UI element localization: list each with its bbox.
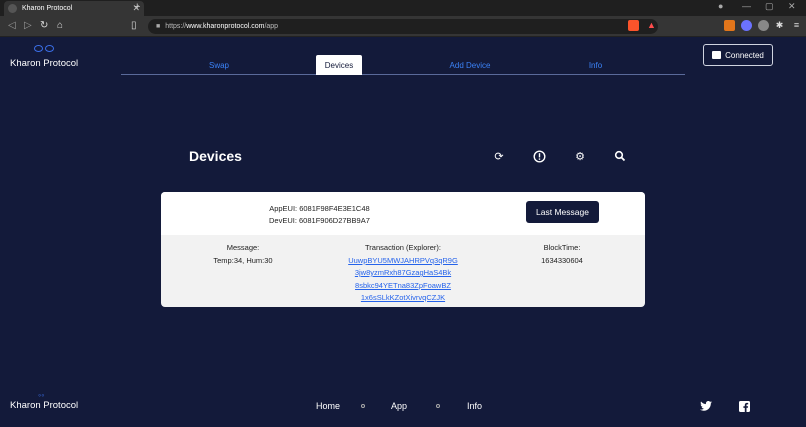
brave-wallet-icon[interactable]: ● [718,1,723,11]
minimize-icon[interactable]: — [742,1,751,11]
new-tab-icon[interactable]: + [134,1,140,13]
tab-devices[interactable]: Devices [316,55,362,75]
message-column: Message: Temp:34, Hum:30 [191,242,295,267]
menu-icon[interactable]: ≡ [791,20,802,31]
reload-icon[interactable]: ↻ [40,20,48,31]
twitter-icon[interactable] [700,401,712,413]
device-card-header: AppEUI: 6081F98F4E3E1C48 DevEUI: 6081F90… [161,192,645,235]
brave-rewards-icon[interactable]: ▲ [646,20,657,31]
bookmark-icon[interactable]: ▯ [131,20,137,31]
blocktime-column: BlockTime: 1634330604 [513,242,611,267]
transaction-link[interactable]: UuwpBYU5MWJAHRPVq3qR9G [333,255,473,268]
tab-add-device[interactable]: Add Device [437,55,503,75]
tab-info[interactable]: Info [578,55,613,75]
footer-link-home[interactable]: Home [316,401,340,411]
tab-favicon-icon [8,4,17,13]
url-scheme: https:// [165,23,187,30]
facebook-icon[interactable] [738,401,750,413]
transaction-link[interactable]: 8sbkc94YETna83ZpFoawBZ [333,280,473,293]
page-title: Devices [189,148,242,164]
metamask-icon[interactable] [724,20,735,31]
footer-logo-icon: ◦◦ [38,390,45,400]
connected-label: Connected [725,50,764,60]
address-bar: ◁ ▷ ↻ ⌂ ▯ ■ https://www.kharonprotocol.c… [0,16,806,37]
footer-link-info[interactable]: Info [467,401,482,411]
transaction-header: Transaction (Explorer): [365,243,441,252]
blocktime-header: BlockTime: [543,243,581,252]
message-header: Message: [226,243,260,252]
browser-tab[interactable]: Kharon Protocol ✕ [4,1,144,16]
blocktime-value: 1634330604 [541,255,583,265]
home-icon[interactable]: ⌂ [57,20,63,31]
profile-icon[interactable] [758,20,769,31]
footer-separator [436,404,440,408]
search-icon[interactable] [613,150,627,164]
puzzle-icon[interactable]: ✱ [774,20,785,31]
app-eui: AppEUI: 6081F98F4E3E1C48 [269,204,370,213]
footer-brand[interactable]: ◦◦ Kharon Protocol [10,390,78,411]
nav-tabs: Swap Devices Add Device Info [121,55,685,75]
transaction-link[interactable]: 1x6sSLkKZotXivrvqCZJK [333,292,473,305]
transaction-link[interactable]: 3jw8yzmRxh87GzagHaS4Bk [333,267,473,280]
dev-eui: DevEUI: 6081F906D27BB9A7 [269,216,370,225]
tab-title: Kharon Protocol [22,5,73,12]
url-path: /app [264,23,279,30]
lock-icon: ■ [156,23,161,30]
info-icon[interactable] [532,150,546,164]
url-input[interactable]: ■ https://www.kharonprotocol.com/app [148,19,658,34]
browser-tabbar: Kharon Protocol ✕ + ● — ▢ ✕ [0,0,806,16]
last-message-button[interactable]: Last Message [526,201,599,223]
extension-icon[interactable] [741,20,752,31]
window-close-icon[interactable]: ✕ [788,1,796,12]
back-icon[interactable]: ◁ [8,20,16,31]
brand-logo-icon [10,44,78,56]
url-host: www.kharonprotocol.com [186,23,265,30]
device-card: AppEUI: 6081F98F4E3E1C48 DevEUI: 6081F90… [161,192,645,307]
tab-swap[interactable]: Swap [194,55,244,75]
transaction-column: Transaction (Explorer): UuwpBYU5MWJAHRPV… [333,242,473,305]
footer-brand-name: Kharon Protocol [10,400,79,411]
wallet-icon [712,51,722,59]
brand-name: Kharon Protocol [10,58,79,69]
footer-separator [361,404,365,408]
footer-link-app[interactable]: App [391,401,407,411]
connected-button[interactable]: Connected [703,44,773,66]
brand[interactable]: Kharon Protocol [10,44,78,69]
maximize-icon[interactable]: ▢ [765,1,774,12]
message-value: Temp:34, Hum:30 [213,255,273,265]
refresh-icon[interactable]: ⟳ [492,150,506,164]
forward-icon[interactable]: ▷ [24,20,32,31]
brave-shield-icon[interactable] [628,20,639,31]
device-euis: AppEUI: 6081F98F4E3E1C48 DevEUI: 6081F90… [269,203,370,227]
settings-icon[interactable]: ⚙ [573,150,587,164]
